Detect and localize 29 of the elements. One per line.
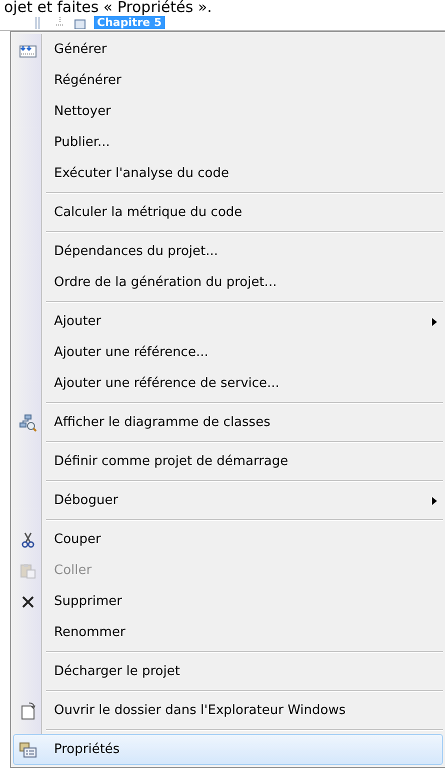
menu-item[interactable]: Supprimer xyxy=(13,586,443,617)
menu-item[interactable]: Ajouter une référence... xyxy=(13,337,443,368)
menu-item[interactable]: Publier... xyxy=(13,127,443,158)
menu-item[interactable]: Renommer xyxy=(13,617,443,648)
caption-text: ojet et faites « Propriétés ». xyxy=(3,0,213,15)
menu-item[interactable]: Définir comme projet de démarrage xyxy=(13,446,443,477)
menu-item[interactable]: Ordre de la génération du projet... xyxy=(13,267,443,298)
menu-item[interactable]: Couper xyxy=(13,524,443,555)
paste-icon xyxy=(20,562,36,578)
menu-item[interactable]: Déboguer xyxy=(13,485,443,516)
menu-item[interactable]: Ajouter une référence de service... xyxy=(13,368,443,399)
document-icon xyxy=(20,702,36,720)
toolbar-icon[interactable] xyxy=(54,16,66,28)
delete-icon xyxy=(21,594,35,608)
menu-item[interactable]: Nettoyer xyxy=(13,96,443,127)
menu-item[interactable]: Propriétés xyxy=(13,734,443,765)
class-diagram-icon xyxy=(19,414,37,432)
file-icon xyxy=(74,16,86,28)
menu-item[interactable]: Exécuter l'analyse du code xyxy=(13,158,443,189)
properties-icon xyxy=(19,742,37,758)
menu-item[interactable]: Ajouter xyxy=(13,306,443,337)
menu-item[interactable]: Décharger le projet xyxy=(13,656,443,687)
menu-item[interactable]: Ouvrir le dossier dans l'Explorateur Windows xyxy=(13,695,443,726)
menu-item[interactable]: Régénérer xyxy=(13,65,443,96)
menu-item[interactable]: Générer xyxy=(13,34,443,65)
menu-item[interactable]: Afficher le diagramme de classes xyxy=(13,407,443,438)
menu-item[interactable]: Dépendances du projet... xyxy=(13,236,443,267)
menu-item[interactable]: Calculer la métrique du code xyxy=(13,197,443,228)
scissors-icon xyxy=(20,532,36,548)
